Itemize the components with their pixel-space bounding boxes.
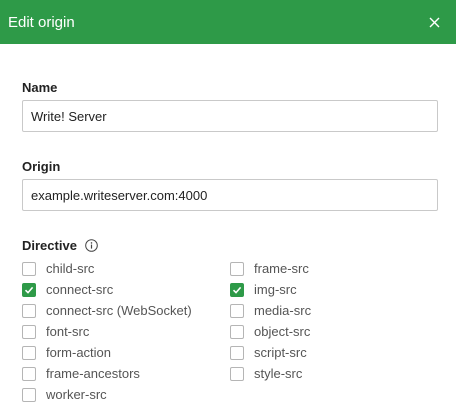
directive-option-media-src[interactable]: media-src xyxy=(230,300,438,321)
directive-option-frame-ancestors[interactable]: frame-ancestors xyxy=(22,363,230,384)
origin-label: Origin xyxy=(22,159,61,174)
directive-header: Directive xyxy=(22,238,438,253)
directive-checkbox[interactable] xyxy=(22,261,36,276)
directive-option-label: frame-ancestors xyxy=(46,366,140,381)
name-label: Name xyxy=(22,80,58,95)
directive-option-worker-src[interactable]: worker-src xyxy=(22,384,230,405)
directive-option-connect-src-websocket[interactable]: connect-src (WebSocket) xyxy=(22,300,230,321)
directive-list: child-src frame-src connect-src img-src conn… xyxy=(22,258,438,405)
directive-option-form-action[interactable]: form-action xyxy=(22,342,230,363)
directive-option-script-src[interactable]: script-src xyxy=(230,342,438,363)
directive-option-label: frame-src xyxy=(254,261,309,276)
directive-option-label: child-src xyxy=(46,261,95,276)
directive-option-label: style-src xyxy=(254,366,303,381)
directive-checkbox[interactable] xyxy=(22,387,36,402)
directive-checkbox[interactable] xyxy=(230,261,244,276)
directive-checkbox[interactable] xyxy=(230,282,244,297)
edit-origin-dialog: Edit origin Name Origin Directive child-… xyxy=(0,0,456,405)
directive-option-font-src[interactable]: font-src xyxy=(22,321,230,342)
directive-checkbox[interactable] xyxy=(230,303,244,318)
directive-label: Directive xyxy=(22,238,77,253)
checkmark-icon xyxy=(232,286,242,294)
dialog-title: Edit origin xyxy=(8,13,75,31)
directive-checkbox[interactable] xyxy=(22,282,36,297)
directive-option-label: script-src xyxy=(254,345,307,360)
directive-option-object-src[interactable]: object-src xyxy=(230,321,438,342)
directive-option-label: font-src xyxy=(46,324,90,339)
directive-checkbox[interactable] xyxy=(22,303,36,318)
close-icon xyxy=(429,17,439,27)
directive-option-label: object-src xyxy=(254,324,311,339)
directive-option-connect-src[interactable]: connect-src xyxy=(22,279,230,300)
dialog-header: Edit origin xyxy=(0,0,456,44)
directive-option-frame-src[interactable]: frame-src xyxy=(230,258,438,279)
close-button[interactable] xyxy=(424,12,444,32)
directive-checkbox[interactable] xyxy=(22,324,36,339)
origin-input[interactable] xyxy=(22,179,438,211)
directive-option-label: connect-src xyxy=(46,282,114,297)
directive-checkbox[interactable] xyxy=(230,324,244,339)
directive-checkbox[interactable] xyxy=(22,366,36,381)
directive-option-label: worker-src xyxy=(46,387,107,402)
dialog-body: Name Origin Directive child-src frame-src… xyxy=(0,80,456,405)
directive-option-label: img-src xyxy=(254,282,297,297)
directive-option-child-src[interactable]: child-src xyxy=(22,258,230,279)
directive-option-img-src[interactable]: img-src xyxy=(230,279,438,300)
directive-checkbox[interactable] xyxy=(22,345,36,360)
directive-option-style-src[interactable]: style-src xyxy=(230,363,438,384)
name-input[interactable] xyxy=(22,100,438,132)
directive-option-label: media-src xyxy=(254,303,312,318)
checkmark-icon xyxy=(24,286,34,294)
directive-checkbox[interactable] xyxy=(230,366,244,381)
info-icon[interactable] xyxy=(85,239,98,252)
directive-option-label: form-action xyxy=(46,345,112,360)
directive-option-label: connect-src (WebSocket) xyxy=(46,303,192,318)
directive-checkbox[interactable] xyxy=(230,345,244,360)
